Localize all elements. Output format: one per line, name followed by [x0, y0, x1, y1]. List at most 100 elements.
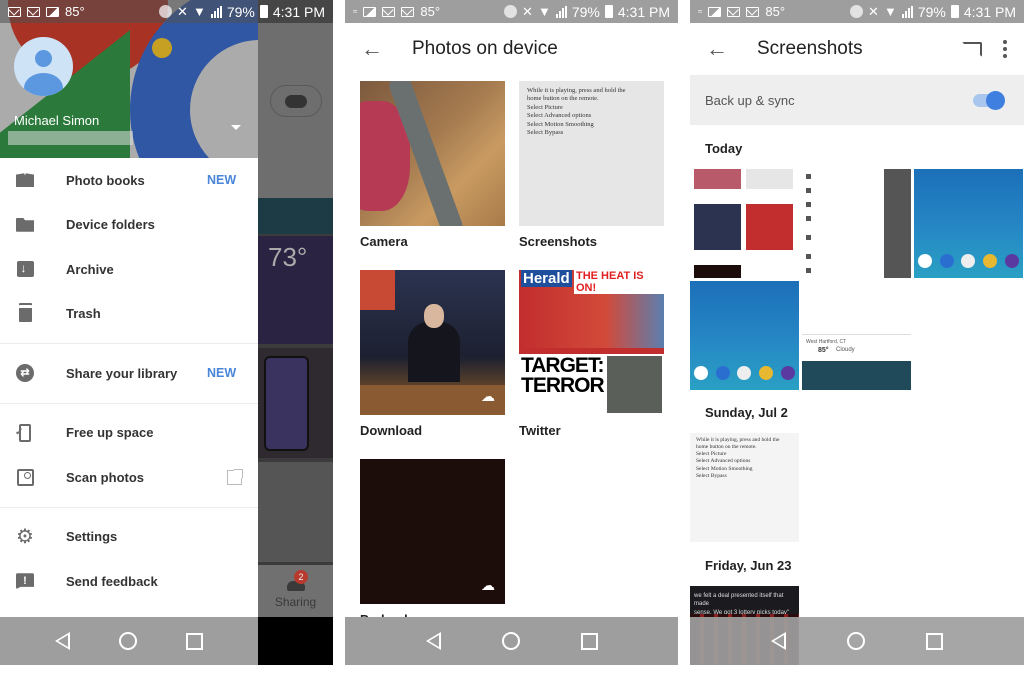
doc-line: home button on the remote.: [696, 444, 757, 451]
background-weather-temp: 73°: [268, 242, 308, 272]
menu-item-scan-photos[interactable]: Scan photos: [0, 455, 258, 500]
avatar-body: [24, 73, 63, 96]
background-dock-thumb: [258, 198, 333, 234]
doc-line: Select Advanced options: [527, 112, 592, 120]
page-title: Photos on device: [412, 38, 558, 59]
cast-icon[interactable]: [962, 41, 982, 57]
clock: 4:31 PM: [272, 3, 325, 20]
nav-home-icon[interactable]: [118, 632, 137, 650]
screenshot-thumb[interactable]: [690, 281, 799, 390]
tweet-line: we felt a deal presented itself that mad…: [694, 593, 784, 608]
nav-back-icon[interactable]: [54, 632, 70, 650]
back-arrow-icon[interactable]: ←: [361, 36, 383, 62]
doc-line: Select Picture: [696, 451, 727, 458]
app-bar: ← Screenshots: [690, 23, 1024, 75]
menu-item-share-library[interactable]: ⇄ Share your library NEW: [0, 351, 258, 396]
nav-home-icon[interactable]: [501, 632, 520, 650]
free-space-icon: [15, 423, 34, 442]
menu-item-settings[interactable]: ⚙ Settings: [0, 515, 258, 560]
mute-icon: ✕: [177, 3, 188, 19]
sharing-tab-label: Sharing: [274, 595, 317, 609]
menu-item-label: Free up space: [66, 425, 154, 441]
feedback-icon: !: [16, 572, 34, 590]
nav-recents-icon[interactable]: [186, 632, 204, 650]
screenshot-thumb[interactable]: [802, 169, 911, 278]
mini-weather-condition: Cloudy: [836, 347, 855, 353]
mini-weather-temp: 85°: [818, 347, 829, 354]
menu-item-send-feedback[interactable]: ! Send feedback: [0, 559, 258, 604]
doc-line: While it is playing, press and hold the: [527, 87, 626, 94]
account-email-redacted: [8, 131, 133, 145]
panel-navigation-drawer: 73° 2 Sharing Michael Simon Photo books …: [0, 0, 333, 665]
wifi-icon: ▼: [537, 4, 551, 19]
screenshot-thumb[interactable]: While it is playing, press and hold the …: [690, 433, 799, 542]
doc-line: Select Picture: [527, 103, 563, 111]
menu-item-trash[interactable]: Trash: [0, 292, 258, 337]
external-link-icon: [227, 468, 243, 485]
phone-image: [264, 356, 309, 451]
mute-icon: ✕: [522, 3, 533, 19]
menu-item-label: Device folders: [66, 217, 155, 233]
folder-screenshots[interactable]: While it is playing, press and hold the …: [519, 81, 664, 249]
screenshot-thumb[interactable]: [914, 169, 1023, 278]
folder-twitter[interactable]: Herald THE HEAT IS ON! TARGET: TERROR Tw…: [519, 270, 664, 438]
menu-item-device-folders[interactable]: Device folders: [0, 203, 258, 248]
folder-download[interactable]: ☁ Download: [360, 270, 505, 438]
back-arrow-icon[interactable]: ←: [706, 36, 728, 62]
weather-temp: 85°: [65, 4, 85, 19]
battery-icon: [604, 5, 613, 18]
menu-item-label: Settings: [66, 529, 118, 545]
cloud-off-icon: ☁: [481, 577, 495, 593]
backup-sync-row: Back up & sync: [690, 75, 1024, 125]
image-notification-icon: [46, 6, 59, 17]
menu-item-label: Photo books: [66, 172, 145, 188]
backup-sync-toggle[interactable]: [973, 90, 1005, 110]
newspaper-cover-text: TARGET: TERROR: [521, 354, 605, 397]
image-notification-icon: [363, 6, 377, 17]
clock: 4:31 PM: [963, 3, 1016, 20]
menu-divider: [0, 506, 258, 508]
doc-line: Select Bypass: [696, 472, 727, 479]
share-library-icon: ⇄: [16, 364, 34, 383]
archive-icon: [16, 260, 34, 278]
menu-item-label: Send feedback: [66, 573, 158, 589]
folder-icon: [16, 216, 34, 234]
battery-icon: [259, 5, 268, 18]
nav-home-icon[interactable]: [846, 632, 865, 650]
nav-back-icon[interactable]: [770, 632, 786, 650]
section-heading: Sunday, Jul 2: [705, 405, 788, 420]
avatar[interactable]: [14, 37, 73, 96]
screenshot-thumb[interactable]: [690, 169, 799, 278]
nav-back-icon[interactable]: [425, 632, 441, 650]
doc-line: While it is playing, press and hold the: [696, 437, 780, 443]
background-phone-photo: [258, 348, 333, 458]
battery-percent: 79%: [571, 3, 600, 20]
image-notification-icon: [708, 6, 722, 17]
nav-recents-icon[interactable]: [926, 632, 944, 650]
menu-item-free-up-space[interactable]: Free up space: [0, 411, 258, 456]
more-options-icon[interactable]: [1003, 40, 1007, 58]
sharing-tab[interactable]: 2 Sharing: [258, 565, 333, 617]
clock: 4:31 PM: [617, 3, 670, 20]
doc-line: home button on the remote.: [527, 95, 599, 103]
header-art-yellow: [152, 38, 172, 58]
status-bar: 85° ✕ ▼ 79% 4:31 PM: [0, 0, 333, 23]
battery-percent: 79%: [226, 3, 255, 20]
menu-item-label: Archive: [66, 261, 114, 277]
weather-temp: 85°: [420, 4, 441, 19]
folder-preload[interactable]: ☁ Preload: [360, 459, 505, 627]
account-switcher-dropdown-icon[interactable]: [231, 125, 241, 130]
status-bar: ≈ 85° ✕ ▼ 79% 4:31 PM: [690, 0, 1024, 23]
folder-label: Twitter: [519, 423, 561, 438]
folder-thumbnail: Herald THE HEAT IS ON! TARGET: TERROR: [519, 270, 664, 415]
nav-recents-icon[interactable]: [580, 632, 598, 650]
menu-item-archive[interactable]: Archive: [0, 247, 258, 292]
avatar-head: [35, 50, 52, 67]
system-nav-bar: [690, 617, 1024, 665]
screenshot-thumb[interactable]: West Hartford, CT 85° Cloudy: [802, 281, 911, 390]
folder-camera[interactable]: Camera: [360, 81, 505, 249]
system-nav-bar: [345, 617, 678, 665]
doc-line: Select Advanced options: [696, 458, 751, 465]
menu-item-photo-books[interactable]: Photo books NEW: [0, 158, 258, 203]
email-notification-icon: [746, 6, 760, 17]
